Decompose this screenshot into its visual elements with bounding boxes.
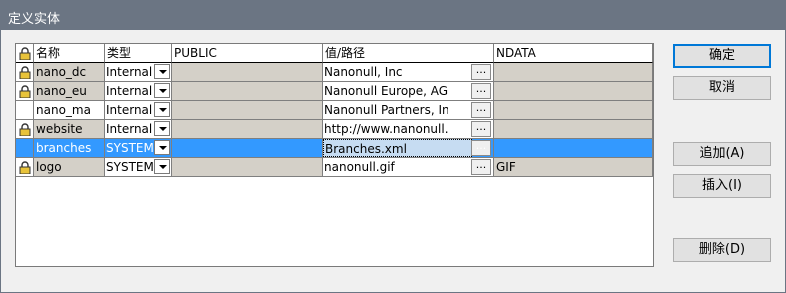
delete-button[interactable]: 删除(D) <box>673 238 771 262</box>
lock-icon <box>19 85 31 98</box>
column-header-type[interactable]: 类型 <box>105 44 172 63</box>
value-box: http://www.nanonull.com <box>323 120 472 138</box>
dialog-body: 名称 类型 PUBLIC 值/路径 NDATA nano_dc Internal N… <box>1 30 785 292</box>
type-dropdown-button[interactable] <box>154 121 170 136</box>
value-text: Branches.xml <box>325 142 407 156</box>
lock-cell <box>16 139 34 158</box>
lock-cell <box>16 101 34 120</box>
value-cell[interactable]: Nanonull Partners, Inc... <box>323 101 494 120</box>
table-header: 名称 类型 PUBLIC 值/路径 NDATA <box>16 44 653 63</box>
column-header-name[interactable]: 名称 <box>34 44 105 63</box>
value-box: Nanonull Partners, Inc <box>323 101 472 119</box>
ndata-cell[interactable]: GIF <box>494 158 653 177</box>
lock-icon <box>19 47 31 60</box>
name-cell[interactable]: website <box>34 120 105 139</box>
public-cell[interactable] <box>172 101 323 120</box>
value-text: Nanonull Europe, AG <box>324 84 448 98</box>
type-dropdown-button[interactable] <box>154 64 170 79</box>
value-box: nanonull.gif <box>323 158 472 176</box>
type-cell[interactable]: Internal <box>105 63 172 82</box>
type-cell[interactable]: Internal <box>105 101 172 120</box>
browse-button[interactable]: ... <box>471 83 491 99</box>
public-cell[interactable] <box>172 120 323 139</box>
table-row[interactable]: nano_eu Internal Nanonull Europe, AG... <box>16 82 653 101</box>
lock-column-header <box>16 44 34 63</box>
table-row[interactable]: logo SYSTEM nanonull.gif... GIF <box>16 158 653 177</box>
type-dropdown-button[interactable] <box>154 140 170 155</box>
type-cell[interactable]: Internal <box>105 82 172 101</box>
lock-cell <box>16 82 34 101</box>
column-header-value[interactable]: 值/路径 <box>323 44 494 63</box>
name-cell[interactable]: branches <box>34 139 105 158</box>
ndata-cell[interactable] <box>494 82 653 101</box>
lock-cell <box>16 120 34 139</box>
table-row[interactable]: nano_dc Internal Nanonull, Inc... <box>16 63 653 82</box>
value-text: Nanonull, Inc <box>324 65 403 79</box>
window-title: 定义实体 <box>0 0 786 30</box>
public-cell[interactable] <box>172 82 323 101</box>
value-box: Branches.xml <box>323 139 472 157</box>
ok-button[interactable]: 确定 <box>673 44 771 68</box>
table-row[interactable]: nano_ma Internal Nanonull Partners, Inc... <box>16 101 653 120</box>
public-cell[interactable] <box>172 158 323 177</box>
type-value: SYSTEM <box>106 141 154 155</box>
type-value: Internal <box>106 84 153 98</box>
type-cell[interactable]: SYSTEM <box>105 139 172 158</box>
value-text: nanonull.gif <box>324 160 395 174</box>
column-header-ndata[interactable]: NDATA <box>494 44 653 63</box>
type-value: Internal <box>106 103 153 117</box>
browse-button[interactable]: ... <box>471 64 491 80</box>
public-cell[interactable] <box>172 139 323 158</box>
name-cell[interactable]: nano_dc <box>34 63 105 82</box>
public-cell[interactable] <box>172 63 323 82</box>
browse-button[interactable]: ... <box>471 140 491 156</box>
type-value: SYSTEM <box>106 160 154 174</box>
value-cell[interactable]: Nanonull Europe, AG... <box>323 82 494 101</box>
ndata-cell[interactable] <box>494 139 653 158</box>
insert-button[interactable]: 插入(I) <box>673 174 771 198</box>
type-dropdown-button[interactable] <box>154 83 170 98</box>
browse-button[interactable]: ... <box>471 102 491 118</box>
type-cell[interactable]: SYSTEM <box>105 158 172 177</box>
value-cell[interactable]: nanonull.gif... <box>323 158 494 177</box>
ndata-cell[interactable] <box>494 120 653 139</box>
name-cell[interactable]: nano_ma <box>34 101 105 120</box>
value-cell[interactable]: http://www.nanonull.com... <box>323 120 494 139</box>
value-box: Nanonull, Inc <box>323 63 472 81</box>
column-header-public[interactable]: PUBLIC <box>172 44 323 63</box>
value-box: Nanonull Europe, AG <box>323 82 472 100</box>
browse-button[interactable]: ... <box>471 159 491 175</box>
lock-icon <box>19 123 31 136</box>
ndata-cell[interactable] <box>494 63 653 82</box>
table-row[interactable]: websiteInternal http://www.nanonull.com..… <box>16 120 653 139</box>
value-cell[interactable]: Nanonull, Inc... <box>323 63 494 82</box>
lock-icon <box>19 66 31 79</box>
name-cell[interactable]: nano_eu <box>34 82 105 101</box>
value-text: Nanonull Partners, Inc <box>324 103 448 117</box>
type-value: Internal <box>106 65 153 79</box>
type-value: Internal <box>106 122 153 136</box>
entity-table: 名称 类型 PUBLIC 值/路径 NDATA nano_dc Internal N… <box>15 43 654 267</box>
lock-cell <box>16 63 34 82</box>
ndata-cell[interactable] <box>494 101 653 120</box>
value-cell[interactable]: Branches.xml... <box>323 139 494 158</box>
name-cell[interactable]: logo <box>34 158 105 177</box>
type-dropdown-button[interactable] <box>154 159 170 174</box>
browse-button[interactable]: ... <box>471 121 491 137</box>
table-row[interactable]: branches SYSTEM Branches.xml... <box>16 139 653 158</box>
lock-icon <box>19 161 31 174</box>
append-button[interactable]: 追加(A) <box>673 142 771 166</box>
type-cell[interactable]: Internal <box>105 120 172 139</box>
cancel-button[interactable]: 取消 <box>673 76 771 100</box>
value-text: http://www.nanonull.com <box>324 122 448 136</box>
type-dropdown-button[interactable] <box>154 102 170 117</box>
lock-cell <box>16 158 34 177</box>
